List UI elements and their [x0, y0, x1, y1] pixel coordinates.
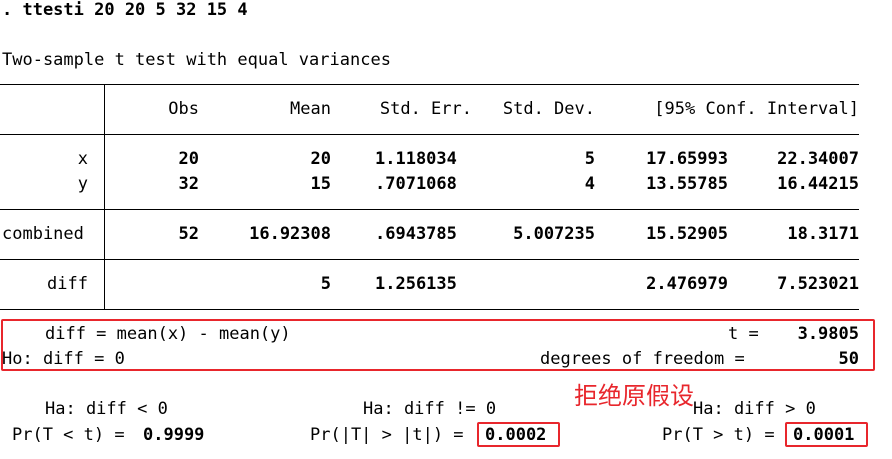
row-label-diff: diff — [47, 274, 88, 294]
header-obs: Obs — [168, 99, 199, 119]
summary-highlight-box — [1, 319, 875, 371]
cell-combined-ci-hi: 18.3171 — [787, 224, 859, 244]
ha-two-sided: Ha: diff != 0 — [363, 399, 497, 419]
pr-left-value: 0.9999 — [143, 425, 205, 445]
table-top-rule — [0, 84, 859, 85]
header-std-dev: Std. Dev. — [502, 99, 595, 119]
label-column-divider — [104, 84, 105, 310]
cell-diff-mean: 5 — [320, 274, 331, 294]
cell-diff-se: 1.256135 — [375, 274, 457, 294]
header-rule — [0, 134, 859, 135]
cell-combined-ci-lo: 15.52905 — [646, 224, 728, 244]
ha-right: Ha: diff > 0 — [693, 399, 816, 419]
header-conf-interval: [95% Conf. Interval] — [654, 99, 859, 119]
cell-x-se: 1.118034 — [375, 149, 457, 169]
cell-y-se: .7071068 — [375, 174, 457, 194]
test-title: Two-sample t test with equal variances — [2, 50, 391, 70]
cell-x-ci-lo: 17.65993 — [646, 149, 728, 169]
header-std-err: Std. Err. — [379, 99, 472, 119]
combined-rule — [0, 259, 859, 260]
reject-null-annotation: 拒绝原假设 — [574, 382, 694, 410]
pr-two-highlight-box — [477, 422, 560, 447]
cell-y-sd: 4 — [584, 174, 595, 194]
cell-x-obs: 20 — [178, 149, 199, 169]
header-mean: Mean — [290, 99, 331, 119]
pr-right-label: Pr(T > t) = — [662, 425, 775, 445]
row-label-combined: combined — [2, 224, 84, 244]
cell-diff-ci-hi: 7.523021 — [777, 274, 859, 294]
ha-left: Ha: diff < 0 — [45, 399, 168, 419]
cell-y-ci-hi: 16.44215 — [777, 174, 859, 194]
group-rule — [0, 209, 859, 210]
cell-x-ci-hi: 22.34007 — [777, 149, 859, 169]
command-line: . ttesti 20 20 5 32 15 4 — [2, 0, 248, 20]
row-label-y: y — [77, 174, 88, 194]
table-bottom-rule — [0, 309, 859, 310]
cell-x-sd: 5 — [584, 149, 595, 169]
row-label-x: x — [77, 149, 88, 169]
cell-combined-sd: 5.007235 — [513, 224, 595, 244]
cell-y-ci-lo: 13.55785 — [646, 174, 728, 194]
cell-combined-obs: 52 — [178, 224, 199, 244]
cell-x-mean: 20 — [310, 149, 331, 169]
cell-combined-mean: 16.92308 — [249, 224, 331, 244]
pr-two-label: Pr(|T| > |t|) = — [310, 425, 464, 445]
cell-diff-ci-lo: 2.476979 — [646, 274, 728, 294]
cell-y-mean: 15 — [310, 174, 331, 194]
cell-y-obs: 32 — [178, 174, 199, 194]
pr-right-highlight-box — [785, 422, 868, 447]
cell-combined-se: .6943785 — [375, 224, 457, 244]
pr-left-label: Pr(T < t) = — [12, 425, 125, 445]
